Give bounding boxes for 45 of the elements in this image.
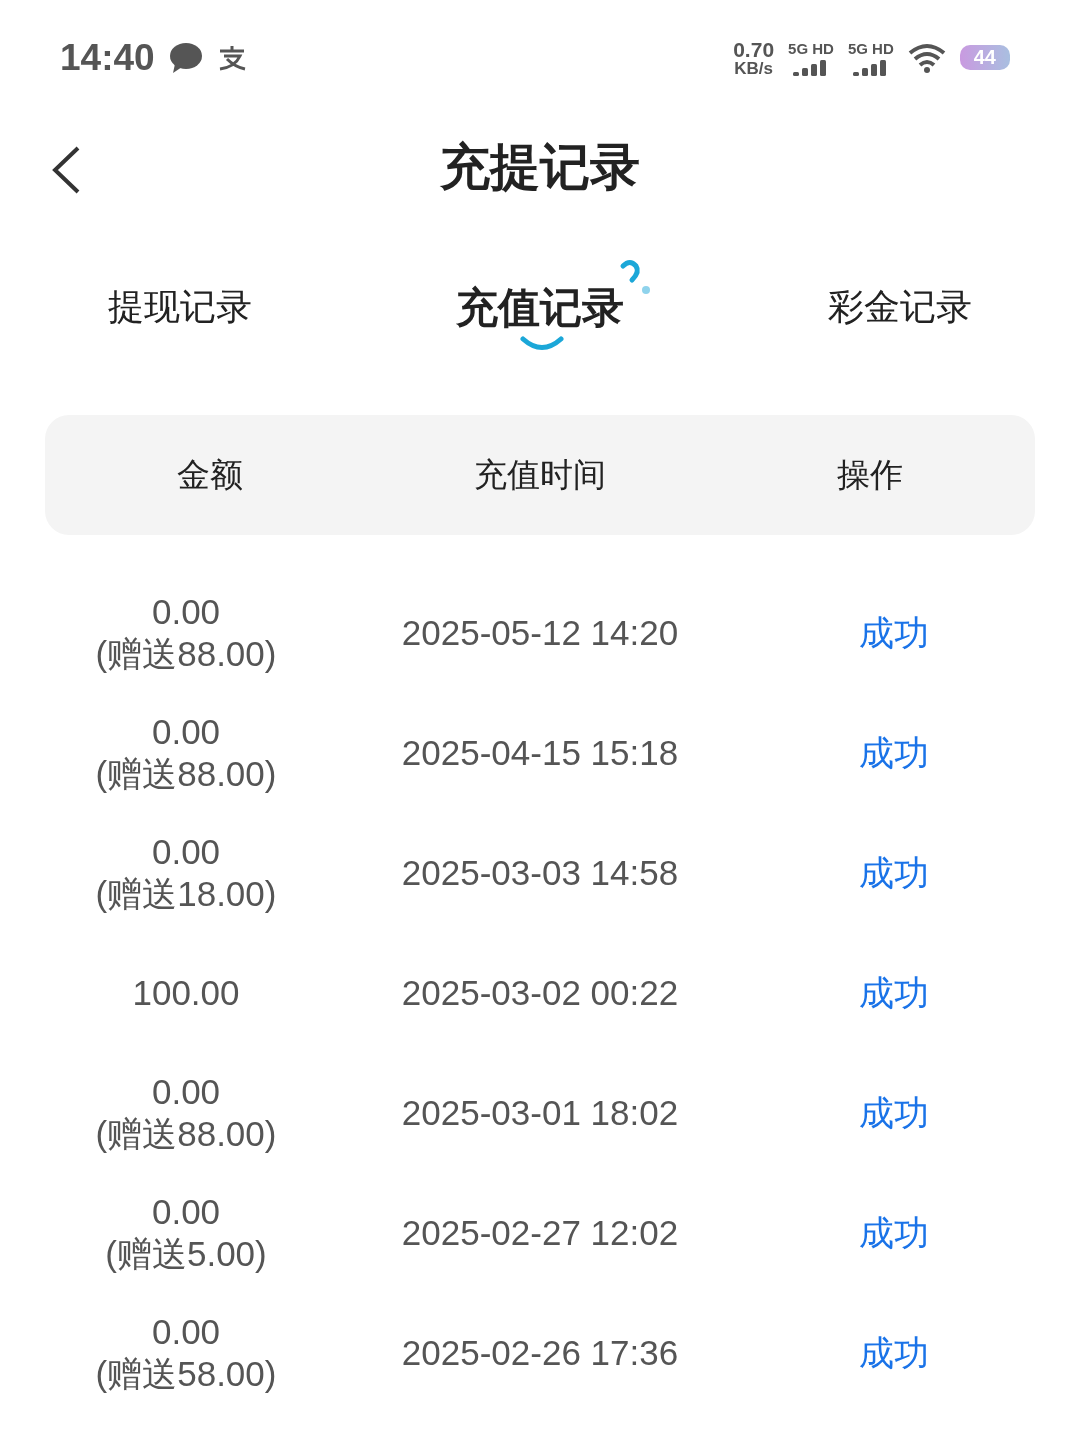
bonus-text: (赠送88.00) [95,1113,277,1155]
bonus-text: (赠送88.00) [95,753,277,795]
status-link[interactable]: 成功 [859,1209,929,1257]
network-speed-unit: KB/s [734,59,773,77]
chat-bubble-icon [168,41,203,74]
status-link[interactable]: 成功 [859,849,929,897]
network-type: 5G HD [788,39,834,57]
signal-icon [852,59,889,76]
wifi-icon [907,42,946,73]
status-link[interactable]: 成功 [859,1329,929,1377]
status-link[interactable]: 成功 [859,1089,929,1137]
signal-icon [793,59,829,76]
network-speed: 0.70 [733,38,775,60]
column-header: 操作 [837,454,903,495]
battery-level: 44 [959,45,1010,70]
bonus-text: (赠送58.00) [95,1353,277,1395]
recharge-time: 2025-03-03 14:58 [401,853,679,893]
recharge-time: 2025-03-01 18:02 [401,1093,679,1133]
status-time: 14:40 [60,36,155,79]
amount-text: 0.00 [151,1311,221,1353]
recharge-time: 2025-02-27 12:02 [401,1213,679,1253]
recharge-time: 2025-04-15 15:18 [401,733,679,773]
tab[interactable]: 彩金记录 [828,283,972,332]
page-title: 充提记录 [440,138,640,197]
recharge-time: 2025-05-12 14:20 [401,613,679,653]
bonus-text: (赠送18.00) [95,873,277,915]
tab[interactable]: 提现记录 [108,283,252,332]
recharge-time: 2025-03-02 00:22 [401,973,679,1013]
amount-text: 100.00 [132,972,240,1014]
network-type: 5G HD [847,39,894,57]
column-header: 充值时间 [474,454,606,495]
amount-text: 0.00 [151,831,221,873]
status-link[interactable]: 成功 [859,729,929,777]
recharge-time: 2025-02-26 17:36 [401,1333,679,1373]
status-link[interactable]: 成功 [859,969,929,1017]
tab-indicator-icon [520,335,564,352]
bonus-text: (赠送5.00) [105,1233,267,1275]
bonus-text: (赠送88.00) [95,633,277,675]
tab[interactable]: 充值记录 [456,279,624,336]
amount-text: 0.00 [151,1071,221,1113]
column-header: 金额 [177,454,243,495]
amount-text: 0.00 [151,591,221,633]
amount-text: 0.00 [151,711,221,753]
status-link[interactable]: 成功 [859,609,929,657]
amount-text: 0.00 [151,1191,221,1233]
